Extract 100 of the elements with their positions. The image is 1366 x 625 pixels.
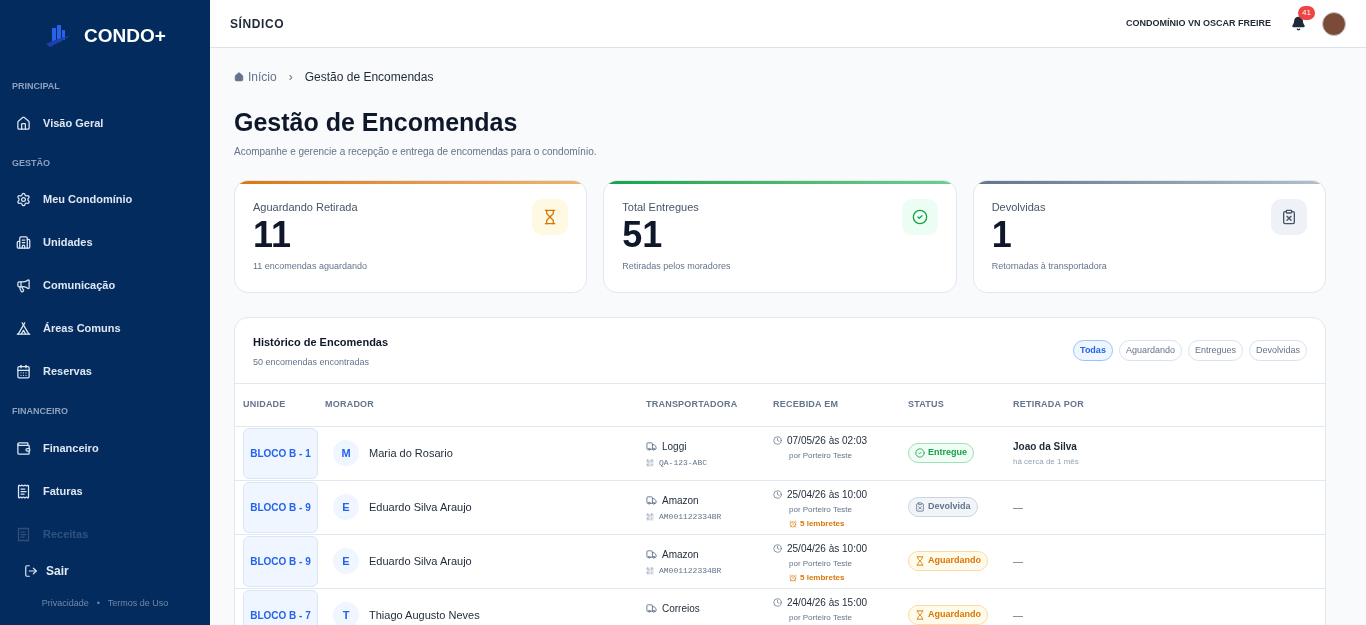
- page-subtitle: Acompanhe e gerencie a recepção e entrega de encomendas para o condomínio.: [234, 144, 598, 159]
- qr-code-icon: [646, 566, 654, 575]
- qr-code-icon: [646, 458, 654, 467]
- truck-icon: [646, 494, 657, 506]
- filter-chip[interactable]: Todas: [1073, 339, 1113, 361]
- received-by: por Porteiro Teste: [788, 611, 853, 624]
- received-date: 25/04/26 às 10:00: [787, 487, 868, 502]
- picked-by: Joao da Silva: [1013, 439, 1078, 454]
- notification-badge: 41: [1298, 6, 1315, 20]
- megaphone-icon: [16, 278, 31, 293]
- section-title: PRINCIPAL: [11, 80, 61, 93]
- history-title: Histórico de Encomendas: [253, 334, 389, 350]
- status-badge: Aguardando: [908, 551, 988, 571]
- clock-icon: [773, 597, 782, 607]
- picked-by: —: [1013, 554, 1024, 569]
- received-by: por Porteiro Teste: [788, 557, 853, 570]
- bell-icon: [1291, 16, 1306, 31]
- clipboard-icon: [915, 502, 925, 512]
- stat-caption: Retornadas à transportadora: [991, 260, 1108, 273]
- clock-icon: [773, 543, 782, 553]
- reminders-count: 5 lembretes: [800, 517, 845, 530]
- column-header: RECEBIDA EM: [773, 397, 840, 411]
- stat-label: Aguardando Retirada: [253, 199, 359, 215]
- tracking-code: QA-123-ABC: [659, 456, 707, 469]
- page-title: Gestão de Encomendas: [234, 107, 519, 138]
- stat-label: Total Entregues: [622, 199, 700, 215]
- status-badge: Aguardando: [908, 605, 988, 625]
- stat-caption: Retiradas pelos moradores: [622, 260, 732, 273]
- nav-item[interactable]: Áreas Comuns: [0, 307, 210, 350]
- resident-name: Eduardo Silva Araujo: [369, 553, 472, 569]
- tracking-code: AM001122334BR: [659, 510, 722, 523]
- tracking-code: AM001122334BR: [659, 564, 722, 577]
- received-by: por Porteiro Teste: [788, 503, 853, 516]
- status-badge: Entregue: [908, 443, 974, 463]
- column-header: UNIDADE: [243, 397, 287, 411]
- unit-tag: BLOCO B - 1: [243, 427, 318, 479]
- stat-caption: 11 encomendas aguardando: [253, 260, 368, 273]
- reminders-count: 5 lembretes: [800, 571, 845, 584]
- received-date: 24/04/26 às 15:00: [787, 595, 868, 610]
- home-icon: [16, 115, 31, 131]
- separator-dot: •: [96, 597, 100, 611]
- stat-label: Devolvidas: [991, 199, 1047, 215]
- nav-item[interactable]: Meu Condomínio: [0, 178, 210, 221]
- received-date: 07/05/26 às 02:03: [787, 433, 868, 448]
- resident-name: Eduardo Silva Araujo: [369, 499, 472, 515]
- breadcrumb-separator: ›: [287, 69, 294, 86]
- logout-icon: [24, 564, 38, 578]
- truck-icon: [646, 548, 657, 560]
- clipboard-icon: [1281, 208, 1297, 225]
- resident-avatar: E: [333, 548, 359, 574]
- qr-code-icon: [646, 512, 654, 521]
- unit-tag: BLOCO B - 7: [243, 589, 318, 625]
- nav-item[interactable]: Visão Geral: [0, 101, 210, 145]
- hourglass-icon: [915, 610, 925, 620]
- alarm-icon: [789, 573, 797, 582]
- column-header: STATUS: [908, 397, 945, 411]
- status-badge: Devolvida: [908, 497, 978, 517]
- resident-name: Maria do Rosario: [369, 445, 453, 461]
- stat-value: 11: [253, 215, 292, 255]
- calendar-icon: [16, 364, 31, 379]
- clock-icon: [773, 489, 782, 499]
- received-date: 25/04/26 às 10:00: [787, 541, 868, 556]
- nav-item[interactable]: Faturas: [0, 469, 210, 513]
- receipt-icon: [16, 526, 31, 542]
- carrier-name: Amazon: [662, 547, 699, 562]
- footer-link[interactable]: Termos de Uso: [107, 597, 169, 611]
- nav-item[interactable]: Comunicação: [0, 264, 210, 307]
- picked-by: —: [1013, 500, 1024, 515]
- received-by: por Porteiro Teste: [788, 449, 853, 462]
- section-title: FINANCEIRO: [11, 405, 69, 418]
- resident-avatar: E: [333, 494, 359, 520]
- column-header: RETIRADA POR: [1013, 397, 1085, 411]
- stat-value: 1: [991, 215, 1012, 255]
- avatar[interactable]: [1322, 11, 1346, 36]
- brand-name: CONDO+: [84, 23, 166, 48]
- wallet-icon: [16, 440, 31, 456]
- check-circle-icon: [911, 208, 928, 225]
- truck-icon: [646, 440, 657, 452]
- picked-by: —: [1013, 608, 1024, 623]
- gear-icon: [16, 192, 31, 207]
- receipt-icon: [16, 483, 31, 499]
- nav-item[interactable]: Reservas: [0, 350, 210, 393]
- role-title: SÍNDICO: [230, 15, 285, 33]
- notifications-button[interactable]: [1291, 16, 1306, 31]
- breadcrumb-home[interactable]: Início: [234, 68, 277, 86]
- picked-time: há cerca de 1 mês: [1013, 455, 1080, 468]
- footer-link[interactable]: Privacidade: [41, 597, 89, 611]
- carrier-name: Loggi: [662, 439, 687, 454]
- breadcrumb-current: Gestão de Encomendas: [304, 69, 434, 86]
- nav-item[interactable]: Financeiro: [0, 426, 210, 470]
- section-title: GESTÃO: [11, 156, 51, 170]
- check-circle-icon: [915, 448, 925, 458]
- logout-link[interactable]: Sair: [0, 551, 210, 591]
- column-header: MORADOR: [325, 397, 376, 411]
- carrier-name: Amazon: [662, 493, 699, 508]
- unit-tag: BLOCO B - 9: [243, 481, 318, 533]
- hourglass-icon: [915, 556, 925, 566]
- resident-name: Thiago Augusto Neves: [369, 607, 480, 623]
- nav-item[interactable]: Unidades: [0, 221, 210, 264]
- resident-avatar: T: [333, 602, 359, 625]
